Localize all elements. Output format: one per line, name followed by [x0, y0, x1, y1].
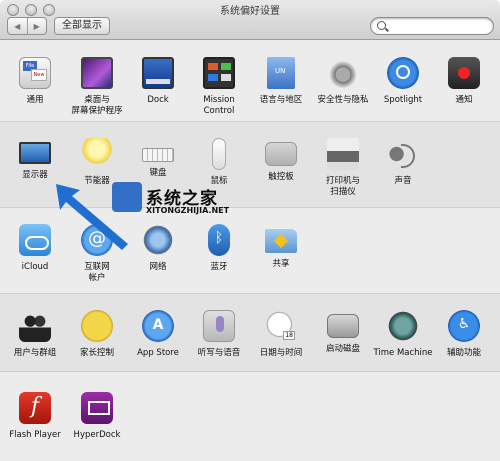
back-forward-group: ◀ ▶: [7, 17, 47, 35]
pref-label: 辅助功能: [446, 348, 481, 358]
time-machine-icon: [387, 310, 419, 342]
dictation-icon: [203, 310, 235, 342]
mission-control-icon: [203, 57, 235, 89]
pref-mission-control[interactable]: Mission Control: [188, 57, 250, 117]
users-groups-icon: [19, 310, 51, 342]
pref-label: 启动磁盘: [325, 344, 360, 354]
back-button[interactable]: ◀: [8, 18, 27, 34]
pref-printers-scanners[interactable]: 打印机与 扫描仪: [312, 138, 374, 198]
pref-language-region[interactable]: 语言与地区: [250, 57, 312, 106]
energy-saver-icon: [81, 138, 113, 170]
pref-label: 通知: [455, 95, 473, 105]
startup-disk-icon: [327, 314, 359, 338]
notifications-icon: [448, 57, 480, 89]
pref-hyperdock[interactable]: HyperDock: [66, 392, 128, 441]
pref-keyboard[interactable]: 键盘: [127, 138, 189, 179]
language-region-icon: [267, 57, 295, 89]
pref-label: 蓝牙: [210, 262, 228, 272]
pref-label: Flash Player: [9, 430, 61, 440]
forward-button[interactable]: ▶: [26, 18, 47, 34]
section-other: Flash Player HyperDock: [0, 372, 500, 461]
sound-icon: [387, 138, 419, 170]
pref-label: 听写与语音: [197, 348, 241, 358]
display-icon: [19, 142, 51, 164]
pref-label: Mission Control: [203, 95, 235, 116]
hyperdock-icon: [81, 392, 113, 424]
pref-accessibility[interactable]: 辅助功能: [433, 310, 495, 359]
flash-player-icon: [19, 392, 51, 424]
network-icon: [142, 224, 174, 256]
pref-parental-controls[interactable]: 家长控制: [66, 310, 128, 359]
pref-users-groups[interactable]: 用户与群组: [4, 310, 66, 359]
pref-label: Dock: [147, 95, 169, 105]
pref-trackpad[interactable]: 触控板: [250, 138, 312, 183]
pref-label: 语言与地区: [259, 95, 303, 105]
watermark-logo-icon: [112, 182, 142, 212]
printer-icon: [327, 138, 359, 170]
trackpad-icon: [265, 142, 297, 166]
pref-label: 打印机与 扫描仪: [325, 176, 360, 197]
pref-label: Spotlight: [383, 95, 423, 105]
pref-label: iCloud: [21, 262, 49, 272]
section-personal: 通用 桌面与 屏幕保护程序 Dock Mission Control 语言与地区…: [0, 41, 500, 122]
pref-network[interactable]: 网络: [127, 224, 189, 273]
pref-date-time[interactable]: 日期与时间: [250, 310, 312, 359]
pref-security-privacy[interactable]: 安全性与隐私: [312, 57, 374, 106]
pref-label: 显示器: [22, 170, 48, 180]
pref-general[interactable]: 通用: [4, 57, 66, 106]
pref-notifications[interactable]: 通知: [433, 57, 495, 106]
pref-label: 安全性与隐私: [317, 95, 369, 105]
pref-label: 共享: [272, 259, 290, 269]
show-all-button[interactable]: 全部显示: [54, 17, 110, 35]
parental-controls-icon: [81, 310, 113, 342]
pref-startup-disk[interactable]: 启动磁盘: [312, 310, 374, 355]
watermark-url: XITONGZHIJIA.NET: [146, 206, 230, 215]
pref-label: 桌面与 屏幕保护程序: [71, 95, 123, 116]
pref-label: 家长控制: [79, 348, 114, 358]
pref-label: App Store: [137, 348, 179, 358]
toolbar: 系统偏好设置 ◀ ▶ 全部显示: [0, 0, 500, 40]
section-system: 用户与群组 家长控制 App Store 听写与语音 日期与时间 启动磁盘 Ti…: [0, 294, 500, 372]
search-icon: [377, 21, 386, 30]
pref-label: 互联网 帐户: [84, 262, 110, 283]
window-title: 系统偏好设置: [220, 6, 280, 17]
pref-dictation-speech[interactable]: 听写与语音: [188, 310, 250, 359]
pref-label: 用户与群组: [13, 348, 57, 358]
pref-label: 通用: [26, 95, 44, 105]
pref-label: Time Machine: [373, 348, 433, 358]
keyboard-icon: [142, 148, 174, 162]
pref-sharing[interactable]: 共享: [250, 224, 312, 270]
pref-bluetooth[interactable]: 蓝牙: [188, 224, 250, 273]
pref-label: HyperDock: [73, 430, 121, 440]
pref-displays[interactable]: 显示器: [4, 138, 66, 181]
sharing-icon: [265, 229, 297, 253]
system-preferences-window: 系统偏好设置 ◀ ▶ 全部显示 通用 桌面与 屏幕保护程序 Dock Missi…: [0, 0, 500, 461]
pref-app-store[interactable]: App Store: [127, 310, 189, 359]
desktop-icon: [81, 57, 113, 89]
security-privacy-icon: [327, 57, 359, 89]
pref-time-machine[interactable]: Time Machine: [372, 310, 434, 359]
spotlight-icon: [387, 57, 419, 89]
general-icon: [19, 57, 51, 89]
pref-sound[interactable]: 声音: [372, 138, 434, 187]
pref-label: 声音: [394, 176, 412, 186]
icloud-icon: [19, 224, 51, 256]
accessibility-icon: [448, 310, 480, 342]
pref-dock[interactable]: Dock: [127, 57, 189, 106]
app-store-icon: [142, 310, 174, 342]
pref-label: 网络: [149, 262, 167, 272]
bluetooth-icon: [208, 224, 230, 256]
pref-label: 日期与时间: [259, 348, 303, 358]
search-field[interactable]: [370, 17, 494, 35]
mouse-icon: [212, 138, 226, 170]
watermark: 系统之家 XITONGZHIJIA.NET: [112, 178, 282, 228]
pref-spotlight[interactable]: Spotlight: [372, 57, 434, 106]
date-time-icon: [265, 310, 297, 342]
pref-desktop[interactable]: 桌面与 屏幕保护程序: [66, 57, 128, 117]
dock-icon: [142, 57, 174, 89]
pref-flash-player[interactable]: Flash Player: [4, 392, 66, 441]
